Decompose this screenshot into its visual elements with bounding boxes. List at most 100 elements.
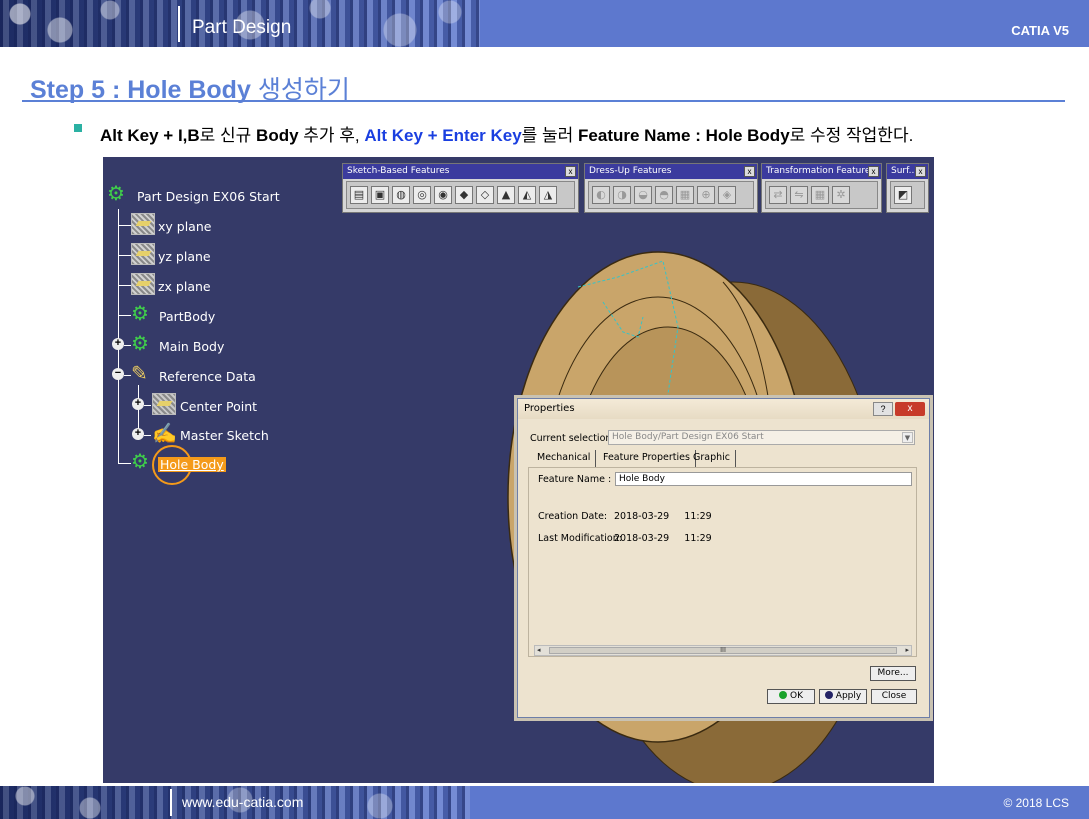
rib-icon[interactable]: ◆ bbox=[455, 186, 473, 204]
last-modification-value: 2018-03-29 11:29 bbox=[614, 533, 712, 544]
tree-item-partbody[interactable]: PartBody bbox=[159, 309, 215, 324]
scaling-icon[interactable]: ✲ bbox=[832, 186, 850, 204]
instruction-part-2: 로 신규 bbox=[199, 126, 257, 145]
tab-feature-properties[interactable]: Feature Properties bbox=[598, 450, 696, 467]
mirror-icon[interactable]: ⇋ bbox=[790, 186, 808, 204]
tree-connector bbox=[144, 405, 151, 406]
groove-icon[interactable]: ◎ bbox=[413, 186, 431, 204]
instruction-part-6: 를 눌러 bbox=[521, 126, 579, 145]
thread-icon[interactable]: ⊕ bbox=[697, 186, 715, 204]
sketch-icon: ✍ bbox=[152, 423, 177, 445]
close-icon[interactable]: x bbox=[868, 166, 879, 177]
loft-icon[interactable]: ◭ bbox=[518, 186, 536, 204]
apply-button[interactable]: Apply bbox=[819, 689, 867, 704]
toolbar-buttons: ◐ ◑ ◒ ◓ ▦ ⊕ ◈ bbox=[588, 181, 754, 209]
toolbar-title: Transformation Features bbox=[762, 164, 881, 179]
stiffener-icon[interactable]: ▲ bbox=[497, 186, 515, 204]
fillet-icon[interactable]: ◐ bbox=[592, 186, 610, 204]
tree-connector bbox=[118, 225, 131, 226]
apply-icon bbox=[824, 691, 833, 699]
close-button[interactable]: Close bbox=[871, 689, 917, 704]
scrollbar-thumb[interactable]: III bbox=[549, 647, 897, 654]
pattern-icon[interactable]: ▦ bbox=[811, 186, 829, 204]
tree-item-hole-body[interactable]: Hole Body bbox=[158, 457, 226, 472]
footer-bar: www.edu-catia.com © 2018 LCS bbox=[0, 786, 1089, 819]
instruction-text: Alt Key + I,B로 신규 Body 추가 후, Alt Key + E… bbox=[100, 121, 913, 146]
tree-connector bbox=[118, 315, 131, 316]
footer-copyright: © 2018 LCS bbox=[1003, 796, 1069, 810]
instruction-feature-name: Feature Name : Hole Body bbox=[578, 126, 790, 145]
ok-icon bbox=[779, 691, 787, 699]
toolbar-transformation-features: Transformation Features x ⇄ ⇋ ▦ ✲ bbox=[761, 163, 882, 213]
current-selection-label: Current selection : bbox=[530, 433, 618, 444]
remove-loft-icon[interactable]: ◮ bbox=[539, 186, 557, 204]
feature-name-field[interactable]: Hole Body bbox=[615, 472, 912, 486]
close-icon[interactable]: x bbox=[915, 166, 926, 177]
slide: Part Design CATIA V5 Step 5 : Hole Body … bbox=[0, 0, 1089, 819]
close-icon[interactable]: x bbox=[744, 166, 755, 177]
dialog-close-x-button[interactable]: x bbox=[895, 402, 925, 416]
tree-item-main-body[interactable]: Main Body bbox=[159, 339, 224, 354]
collapse-minus-icon[interactable]: − bbox=[112, 368, 124, 380]
title-underline bbox=[22, 100, 1065, 102]
apply-label: Apply bbox=[835, 691, 862, 701]
draft-icon[interactable]: ◒ bbox=[634, 186, 652, 204]
plane-icon bbox=[131, 243, 155, 265]
header-bar: Part Design CATIA V5 bbox=[0, 0, 1089, 47]
tree-connector bbox=[124, 345, 131, 346]
expand-plus-icon[interactable]: + bbox=[132, 398, 144, 410]
tree-connector bbox=[118, 255, 131, 256]
tree-connector bbox=[118, 463, 131, 464]
remove-face-icon[interactable]: ◈ bbox=[718, 186, 736, 204]
current-selection-combo[interactable]: Hole Body/Part Design EX06 Start ▼ bbox=[608, 430, 915, 445]
instruction-part-8: 로 수정 작업한다. bbox=[789, 126, 914, 145]
hole-icon[interactable]: ◉ bbox=[434, 186, 452, 204]
dialog-title: Properties bbox=[518, 399, 929, 419]
footer-separator bbox=[170, 789, 172, 816]
chevron-down-icon[interactable]: ▼ bbox=[902, 432, 913, 443]
tree-item-reference-data[interactable]: Reference Data bbox=[159, 369, 256, 384]
chamfer-icon[interactable]: ◑ bbox=[613, 186, 631, 204]
tree-connector bbox=[144, 435, 151, 436]
toolbar-title: Dress-Up Features bbox=[585, 164, 757, 179]
toolbar-buttons: ⇄ ⇋ ▦ ✲ bbox=[765, 181, 878, 209]
tree-item-zx-plane[interactable]: zx plane bbox=[158, 279, 211, 294]
scroll-right-icon[interactable]: ▸ bbox=[905, 646, 909, 655]
tree-connector bbox=[118, 285, 131, 286]
tree-root[interactable]: Part Design EX06 Start bbox=[137, 189, 280, 204]
toolbar-title: Sketch-Based Features bbox=[343, 164, 578, 179]
slot-icon[interactable]: ◇ bbox=[476, 186, 494, 204]
tab-mechanical[interactable]: Mechanical bbox=[532, 450, 597, 467]
shaft-icon[interactable]: ◍ bbox=[392, 186, 410, 204]
split-icon[interactable]: ◩ bbox=[894, 186, 912, 204]
tree-item-master-sketch[interactable]: Master Sketch bbox=[180, 428, 269, 443]
footer-url[interactable]: www.edu-catia.com bbox=[182, 794, 303, 810]
properties-dialog: Properties ? x Current selection : Hole … bbox=[517, 398, 930, 718]
plane-icon bbox=[131, 273, 155, 295]
scroll-left-icon[interactable]: ◂ bbox=[537, 646, 541, 655]
close-icon[interactable]: x bbox=[565, 166, 576, 177]
hole-body-selected-label[interactable]: Hole Body bbox=[158, 457, 226, 472]
ok-button[interactable]: OK bbox=[767, 689, 815, 704]
thickness-icon[interactable]: ▦ bbox=[676, 186, 694, 204]
tree-item-center-point[interactable]: Center Point bbox=[180, 399, 257, 414]
tab-graphic[interactable]: Graphic bbox=[688, 450, 737, 467]
last-modification-label: Last Modification: bbox=[538, 533, 622, 544]
translation-icon[interactable]: ⇄ bbox=[769, 186, 787, 204]
expand-plus-icon[interactable]: + bbox=[132, 428, 144, 440]
tree-item-xy-plane[interactable]: xy plane bbox=[158, 219, 211, 234]
help-button[interactable]: ? bbox=[873, 402, 893, 416]
shell-icon[interactable]: ◓ bbox=[655, 186, 673, 204]
horizontal-scrollbar[interactable]: ◂ III ▸ bbox=[534, 645, 912, 656]
toolbar-sketch-based-features: Sketch-Based Features x ▤ ▣ ◍ ◎ ◉ ◆ ◇ ▲ … bbox=[342, 163, 579, 213]
tree-connector bbox=[124, 375, 131, 376]
tree-item-yz-plane[interactable]: yz plane bbox=[158, 249, 211, 264]
more-button[interactable]: More... bbox=[870, 666, 916, 681]
point-icon bbox=[152, 393, 176, 415]
pocket-icon[interactable]: ▣ bbox=[371, 186, 389, 204]
scroll-grip-icon: III bbox=[720, 647, 726, 654]
expand-plus-icon[interactable]: + bbox=[112, 338, 124, 350]
feature-properties-panel bbox=[528, 467, 917, 657]
instruction-body-word: Body bbox=[256, 126, 299, 145]
pad-icon[interactable]: ▤ bbox=[350, 186, 368, 204]
